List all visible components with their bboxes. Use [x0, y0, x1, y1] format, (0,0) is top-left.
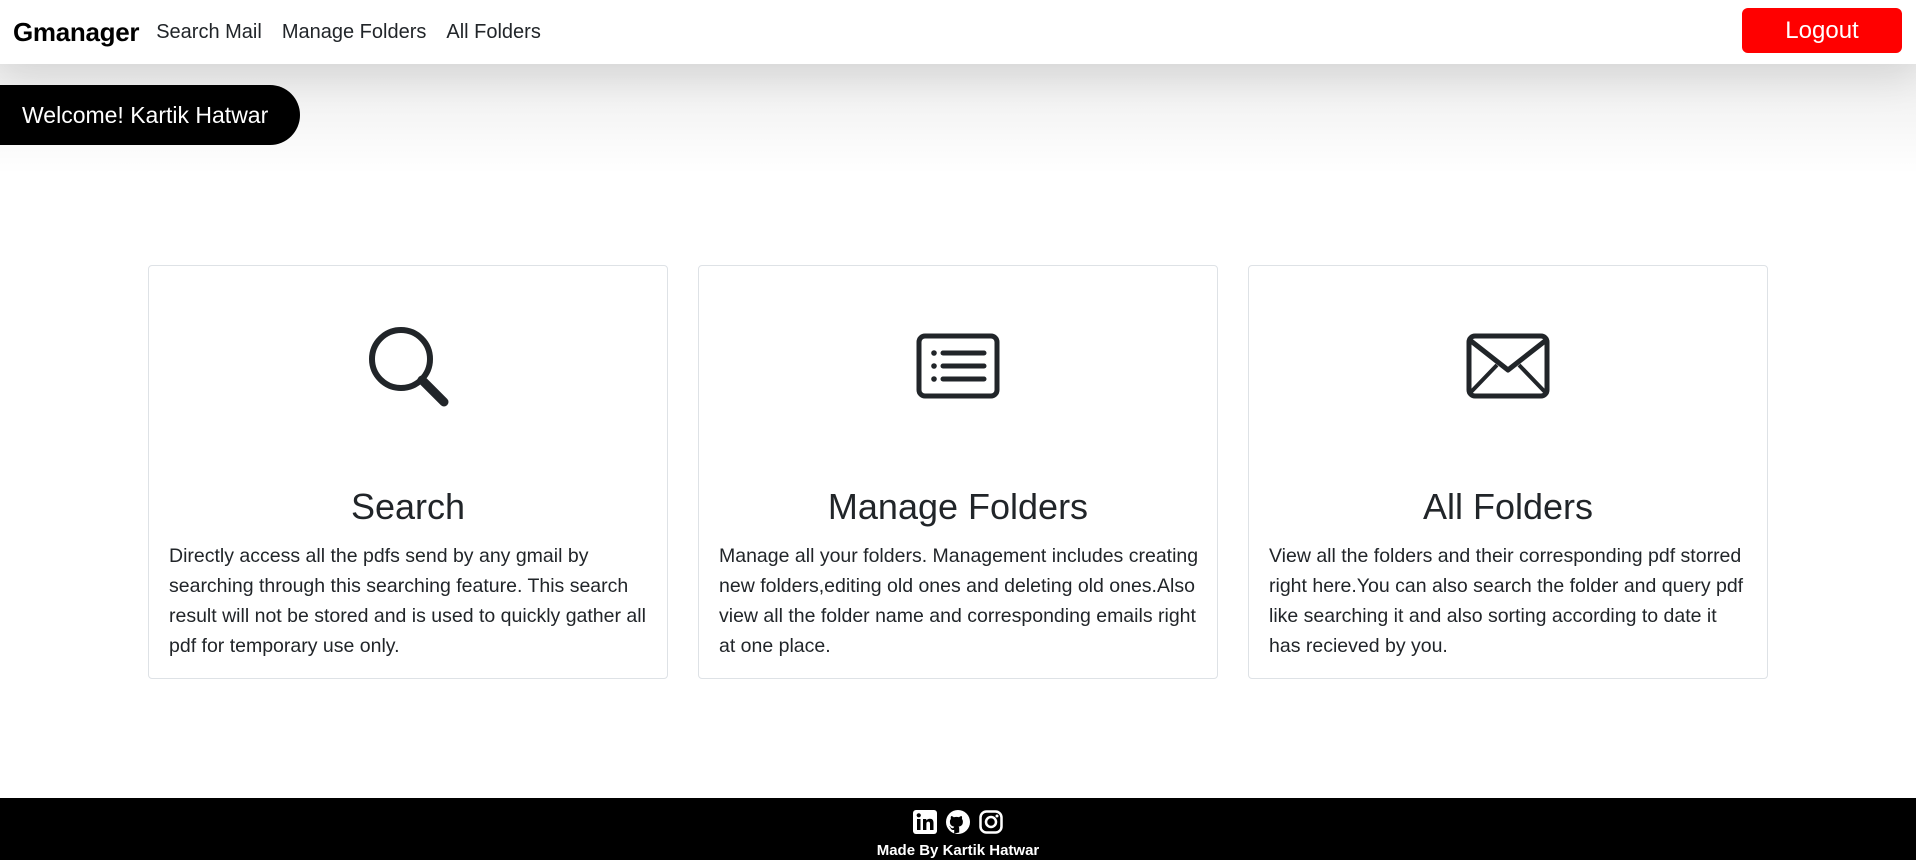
footer-credit: Made By Kartik Hatwar — [876, 842, 1040, 859]
nav-link-search-mail[interactable]: Search Mail — [156, 21, 262, 44]
nav-link-all-folders[interactable]: All Folders — [446, 21, 540, 44]
feature-cards: Search Directly access all the pdfs send… — [148, 265, 1768, 679]
card-manage-folders[interactable]: Manage Folders Manage all your folders. … — [698, 265, 1218, 679]
envelope-icon — [1249, 321, 1767, 421]
github-icon[interactable] — [945, 809, 971, 835]
card-title: Manage Folders — [827, 486, 1089, 527]
navbar: Gmanager Search Mail Manage Folders All … — [0, 0, 1916, 64]
card-text: View all the folders and their correspon… — [1269, 545, 1744, 657]
brand-logo[interactable]: Gmanager — [13, 17, 140, 48]
welcome-text: Welcome! Kartik Hatwar — [22, 101, 269, 128]
card-all-folders[interactable]: All Folders View all the folders and the… — [1248, 265, 1768, 679]
nav-links: Search Mail Manage Folders All Folders — [156, 21, 561, 44]
footer: Made By Kartik Hatwar — [0, 798, 1916, 860]
card-title: Search — [350, 486, 466, 527]
search-icon — [149, 321, 667, 421]
welcome-banner: Welcome! Kartik Hatwar — [0, 85, 301, 145]
logout-button[interactable]: Logout — [1742, 8, 1902, 53]
nav-link-manage-folders[interactable]: Manage Folders — [282, 21, 427, 44]
card-text: Directly access all the pdfs send by any… — [169, 545, 646, 657]
social-links — [0, 809, 1916, 835]
card-text: Manage all your folders. Management incl… — [719, 545, 1199, 657]
instagram-icon[interactable] — [978, 809, 1004, 835]
card-search[interactable]: Search Directly access all the pdfs send… — [148, 265, 668, 679]
list-card-icon — [699, 321, 1217, 421]
card-title: All Folders — [1422, 486, 1594, 527]
linkedin-icon[interactable] — [912, 809, 938, 835]
